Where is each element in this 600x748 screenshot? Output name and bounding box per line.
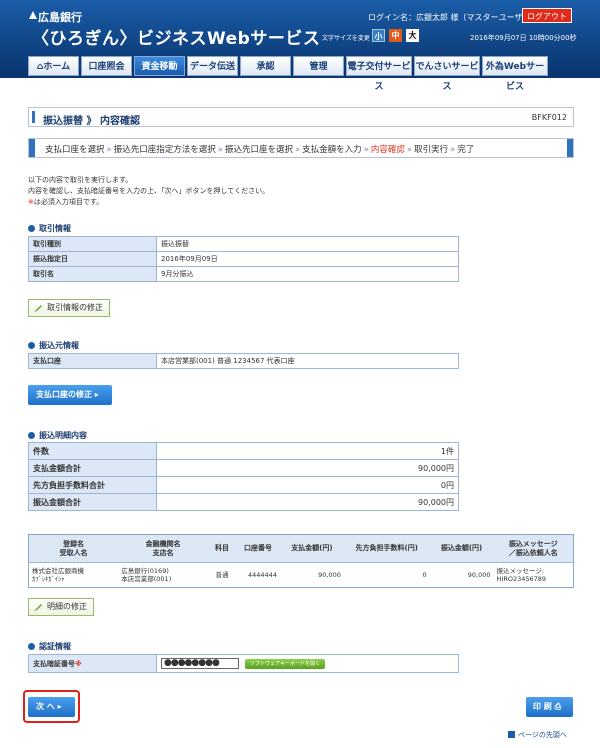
- col-header: 口座番号: [235, 534, 280, 563]
- col-header: 振込金額(円): [429, 534, 494, 563]
- nav-data-transmission[interactable]: データ伝送: [187, 56, 238, 76]
- nav-fund-transfer[interactable]: 資金移動: [134, 56, 185, 76]
- bullet-icon: [28, 643, 35, 650]
- table-row: 先方負担手数料合計 0円: [28, 476, 459, 494]
- service-name: 〈ひろぎん〉ビジネスWebサービス: [32, 29, 321, 49]
- trade-info-table: 取引種別 振込振替 振込指定日 2016年09月09日 取引名 9月分振込: [28, 236, 459, 282]
- source-info-table: 支払口座 本店営業部(001) 普通 1234567 代表口座: [28, 353, 459, 369]
- col-header: 金融機関名 支店名: [118, 534, 209, 563]
- section-detail: 振込明細内容: [28, 430, 87, 441]
- bullet-icon: [28, 342, 35, 349]
- auth-label: 支払暗証番号: [33, 659, 75, 668]
- edit-trade-info-button[interactable]: 取引情報の修正: [28, 299, 110, 317]
- col-header: 科目: [208, 534, 236, 563]
- table-row: 支払金額合計 90,000円: [28, 459, 459, 477]
- step-chevron-icon: »: [363, 145, 369, 155]
- table-row: 支払暗証番号※ ●●●●●●●● ソフトウェアキーボードを開く: [28, 654, 459, 673]
- font-size-label: 文字サイズを変更: [322, 35, 370, 42]
- page-title-bar: 振込振替 》 内容確認 BFKF012: [28, 107, 574, 127]
- step-item: 支払口座を選択: [45, 145, 105, 155]
- font-mid-button[interactable]: 中: [389, 29, 402, 42]
- section-source-info: 振込元情報: [28, 340, 79, 351]
- edit-source-account-button[interactable]: 支払口座の修正 ▸: [28, 385, 112, 405]
- nav-e-delivery[interactable]: 電子交付サービス: [346, 56, 412, 92]
- login-name: ログイン名：広銀太郎 様（マスターユーザ）: [368, 13, 531, 22]
- bullet-icon: [28, 225, 35, 232]
- pencil-icon: [34, 604, 42, 611]
- nav-densai[interactable]: でんさいサービス: [414, 56, 480, 92]
- table-header-row: 登録名 受取人名 金融機関名 支店名 科目 口座番号 支払金額(円) 先方負担手数料…: [28, 534, 574, 563]
- bank-name: 広島銀行: [38, 11, 82, 24]
- table-row: 振込指定日 2016年09月09日: [28, 251, 459, 267]
- nav-forex-web[interactable]: 外為Webサービス: [482, 56, 548, 92]
- step-item: 振込先口座を選択: [224, 145, 293, 155]
- nav-account-inquiry[interactable]: 口座照会: [81, 56, 132, 76]
- transfer-detail-table: 登録名 受取人名 金融機関名 支店名 科目 口座番号 支払金額(円) 先方負担手数料…: [28, 534, 574, 588]
- table-row: 支払口座 本店営業部(001) 普通 1234567 代表口座: [28, 353, 459, 369]
- step-left-arrow-icon: [29, 139, 35, 157]
- logout-button[interactable]: ログアウト: [522, 8, 572, 23]
- summary-table: 件数 1件 支払金額合計 90,000円 先方負担手数料合計 0円 振込金額合計 90,…: [28, 442, 459, 511]
- step-item: 支払金額を入力: [302, 145, 362, 155]
- step-chevron-icon: »: [294, 145, 301, 155]
- section-trade-info: 取引情報: [28, 223, 71, 234]
- software-keyboard-button[interactable]: ソフトウェアキーボードを開く: [245, 658, 326, 669]
- step-chevron-icon: »: [406, 145, 413, 155]
- font-small-button[interactable]: 小: [372, 29, 385, 42]
- required-mark: ※: [75, 659, 82, 668]
- page-top-link[interactable]: ページの先頭へ: [508, 730, 567, 740]
- step-chevron-icon: »: [217, 145, 223, 155]
- arrow-up-icon: [508, 731, 515, 738]
- step-item-current: 内容確認: [370, 145, 405, 155]
- login-datetime: 2016年09月07日 10時00分00秒: [470, 34, 577, 42]
- table-row: 取引種別 振込振替: [28, 236, 459, 252]
- step-right-arrow-icon: [567, 139, 573, 157]
- next-button[interactable]: 次 へ ▸: [28, 697, 75, 717]
- col-header: 登録名 受取人名: [28, 534, 119, 563]
- step-item: 取引実行: [414, 145, 449, 155]
- table-row: 取引名 9月分振込: [28, 266, 459, 282]
- col-header: 振込メッセージ ／振込依頼人名: [493, 534, 574, 563]
- print-button[interactable]: 印 刷 ⎙: [526, 697, 573, 717]
- step-chevron-icon: »: [450, 145, 456, 155]
- header-bar: 広島銀行 〈ひろぎん〉ビジネスWebサービス ログイン名：広銀太郎 様（マスター…: [0, 0, 600, 92]
- edit-detail-button[interactable]: 明細の修正: [28, 598, 94, 616]
- bank-logo-icon: [29, 11, 37, 19]
- payment-pin-input[interactable]: ●●●●●●●●: [161, 658, 239, 669]
- step-chevron-icon: »: [106, 145, 112, 155]
- step-item: 完了: [457, 145, 475, 155]
- nav-management[interactable]: 管理: [293, 56, 344, 76]
- nav-approval[interactable]: 承認: [240, 56, 291, 76]
- pencil-icon: [34, 305, 42, 312]
- table-row: 株式会社広銀商機 ｶﾌﾞｼｷｶﾞｲｼｬ 広島銀行(0169) 本店営業部(001) …: [28, 562, 574, 588]
- next-button-highlight: 次 へ ▸: [23, 690, 80, 723]
- intro-text: 以下の内容で取引を実行します。 内容を確認し、支払暗証番号を入力の上、「次へ」ボ…: [28, 176, 270, 206]
- col-header: 支払金額(円): [279, 534, 344, 563]
- font-big-button[interactable]: 大: [406, 29, 419, 42]
- printer-icon: ⎙: [554, 702, 561, 711]
- table-row: 件数 1件: [28, 442, 459, 460]
- bullet-icon: [28, 432, 35, 439]
- screen-code: BFKF012: [531, 113, 567, 122]
- step-item: 振込先口座指定方法を選択: [113, 145, 216, 155]
- nav-home[interactable]: ⌂ホーム: [28, 56, 79, 76]
- table-row: 振込金額合計 90,000円: [28, 493, 459, 511]
- step-indicator: 支払口座を選択» 振込先口座指定方法を選択» 振込先口座を選択» 支払金額を入力» 内容…: [28, 138, 574, 158]
- col-header: 先方負担手数料(円): [343, 534, 430, 563]
- auth-table: 支払暗証番号※ ●●●●●●●● ソフトウェアキーボードを開く: [28, 654, 459, 673]
- section-auth: 認証情報: [28, 641, 71, 652]
- page-title: 振込振替 》 内容確認: [43, 116, 140, 127]
- main-nav: ⌂ホーム 口座照会 資金移動 データ伝送 承認 管理 電子交付サービス でんさい…: [28, 56, 550, 92]
